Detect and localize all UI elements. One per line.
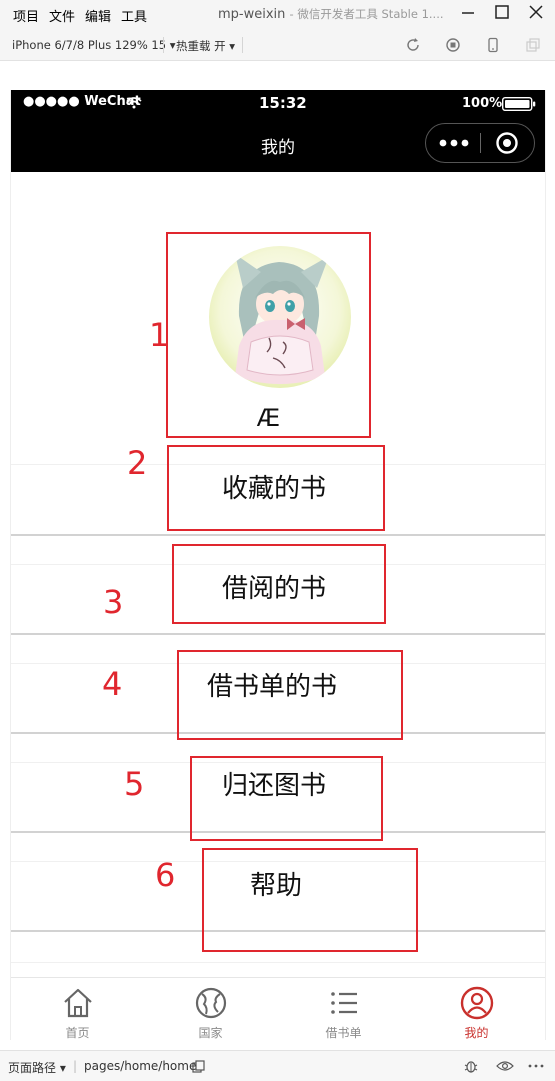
toolbar-divider xyxy=(163,37,164,53)
avatar[interactable] xyxy=(209,246,351,388)
minimize-icon[interactable] xyxy=(456,4,480,26)
tab-mine[interactable]: 我的 xyxy=(410,978,543,1040)
phone-simulator: ●●●●● WeChat 15:32 100% 我的 Æ 收藏的书 借阅的书 借… xyxy=(10,90,546,1040)
capsule-divider xyxy=(480,133,481,153)
menu-item-booklist[interactable]: 借书单的书 xyxy=(207,666,337,703)
window-menubar: 项目 文件 编辑 工具 mp-weixin - 微信开发者工具 Stable 1… xyxy=(0,0,555,30)
tab-country-label: 国家 xyxy=(198,1026,223,1040)
avatar-image xyxy=(209,246,351,388)
annotation-box-help xyxy=(202,848,418,952)
carrier-label: ●●●●● WeChat xyxy=(23,94,141,109)
preview-eye-icon[interactable] xyxy=(496,1059,514,1073)
annotation-number-3: 3 xyxy=(103,583,124,621)
devtool-statusbar: 页面路径 ▾ | pages/home/home xyxy=(0,1050,555,1081)
window-title-app: mp-weixin xyxy=(218,7,286,22)
status-time: 15:32 xyxy=(259,94,307,112)
page-path: pages/home/home xyxy=(84,1059,197,1073)
tab-booklist-label: 借书单 xyxy=(325,1026,362,1040)
copy-window-icon[interactable] xyxy=(525,37,541,53)
menu-edit[interactable]: 编辑 xyxy=(85,6,111,25)
window-title: mp-weixin - 微信开发者工具 Stable 1.... xyxy=(218,6,448,22)
menu-project[interactable]: 项目 xyxy=(13,6,39,25)
menu-item-borrowed[interactable]: 借阅的书 xyxy=(222,568,326,605)
more-options-icon[interactable] xyxy=(528,1063,544,1069)
menu-tools[interactable]: 工具 xyxy=(121,6,147,25)
annotation-number-4: 4 xyxy=(102,665,123,703)
path-separator: | xyxy=(73,1059,78,1073)
navigation-bar: 我的 xyxy=(11,116,545,172)
more-icon[interactable] xyxy=(439,137,469,149)
annotation-number-1: 1 xyxy=(149,316,170,354)
battery-label: 100% xyxy=(462,96,503,111)
tab-booklist[interactable]: 借书单 xyxy=(277,978,410,1040)
window-title-sub: - 微信开发者工具 Stable 1.... xyxy=(289,7,444,21)
list-icon xyxy=(331,992,357,1014)
username: Æ xyxy=(256,404,281,432)
row-divider xyxy=(11,962,545,963)
globe-icon xyxy=(195,987,227,1019)
row-divider xyxy=(11,633,545,635)
toolbar-divider xyxy=(242,37,243,53)
wifi-icon xyxy=(126,97,142,109)
tab-country[interactable]: 国家 xyxy=(144,978,277,1040)
tab-home[interactable]: 首页 xyxy=(11,978,144,1040)
refresh-icon[interactable] xyxy=(405,37,421,53)
user-icon xyxy=(460,986,494,1020)
page-path-toggle[interactable]: 页面路径 ▾ xyxy=(8,1059,66,1076)
status-bar: ●●●●● WeChat 15:32 100% xyxy=(11,90,545,116)
row-divider xyxy=(11,534,545,536)
tab-home-label: 首页 xyxy=(65,1026,90,1040)
annotation-number-2: 2 xyxy=(127,444,148,482)
menu-item-return[interactable]: 归还图书 xyxy=(222,765,326,802)
maximize-icon[interactable] xyxy=(490,4,514,26)
annotation-box-profile: Æ xyxy=(166,232,371,438)
capsule-menu xyxy=(425,123,535,163)
device-select[interactable]: iPhone 6/7/8 Plus 129% 15 ▾ xyxy=(12,38,176,52)
annotation-number-5: 5 xyxy=(124,765,145,803)
menu-item-help[interactable]: 帮助 xyxy=(250,865,302,902)
annotation-number-6: 6 xyxy=(155,856,176,894)
battery-icon xyxy=(502,97,536,111)
menu-item-favorites[interactable]: 收藏的书 xyxy=(222,468,326,505)
hot-reload-toggle[interactable]: 热重载 开 ▾ xyxy=(176,38,235,54)
simulator-toolbar: iPhone 6/7/8 Plus 129% 15 ▾ 热重载 开 ▾ xyxy=(0,30,555,61)
stop-icon[interactable] xyxy=(445,37,461,53)
copy-icon[interactable] xyxy=(192,1060,205,1073)
close-icon[interactable] xyxy=(524,4,548,26)
profile-page: Æ 收藏的书 借阅的书 借书单的书 归还图书 帮助 1 2 3 4 5 6 xyxy=(11,172,545,977)
menu-file[interactable]: 文件 xyxy=(49,6,75,25)
home-icon xyxy=(64,988,92,1018)
tab-mine-label: 我的 xyxy=(464,1026,489,1040)
phone-preview-icon[interactable] xyxy=(485,37,501,53)
close-miniprogram-icon[interactable] xyxy=(495,131,519,155)
bug-icon[interactable] xyxy=(463,1058,479,1074)
tab-bar: 首页 国家 借书单 我的 xyxy=(11,977,545,1040)
